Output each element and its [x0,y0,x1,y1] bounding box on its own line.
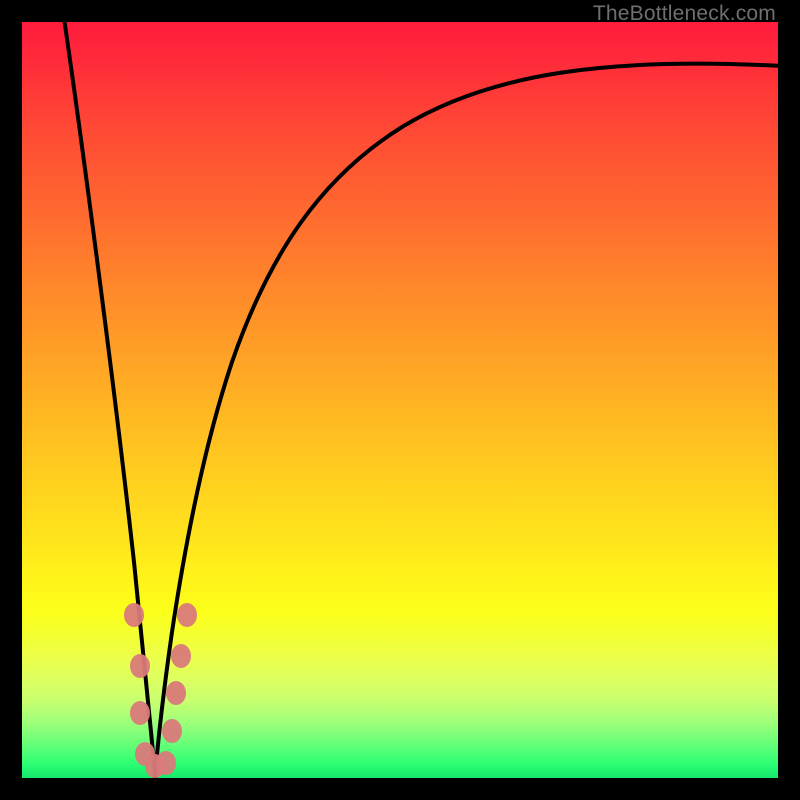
data-point-marker [177,603,197,627]
right-curve [155,64,778,778]
data-point-marker [130,654,150,678]
data-point-marker [171,644,191,668]
data-point-marker [162,719,182,743]
data-point-marker [124,603,144,627]
data-point-marker [156,751,176,775]
data-point-marker [130,701,150,725]
data-point-marker [166,681,186,705]
chart-frame: TheBottleneck.com [0,0,800,800]
plot-area [22,22,778,778]
